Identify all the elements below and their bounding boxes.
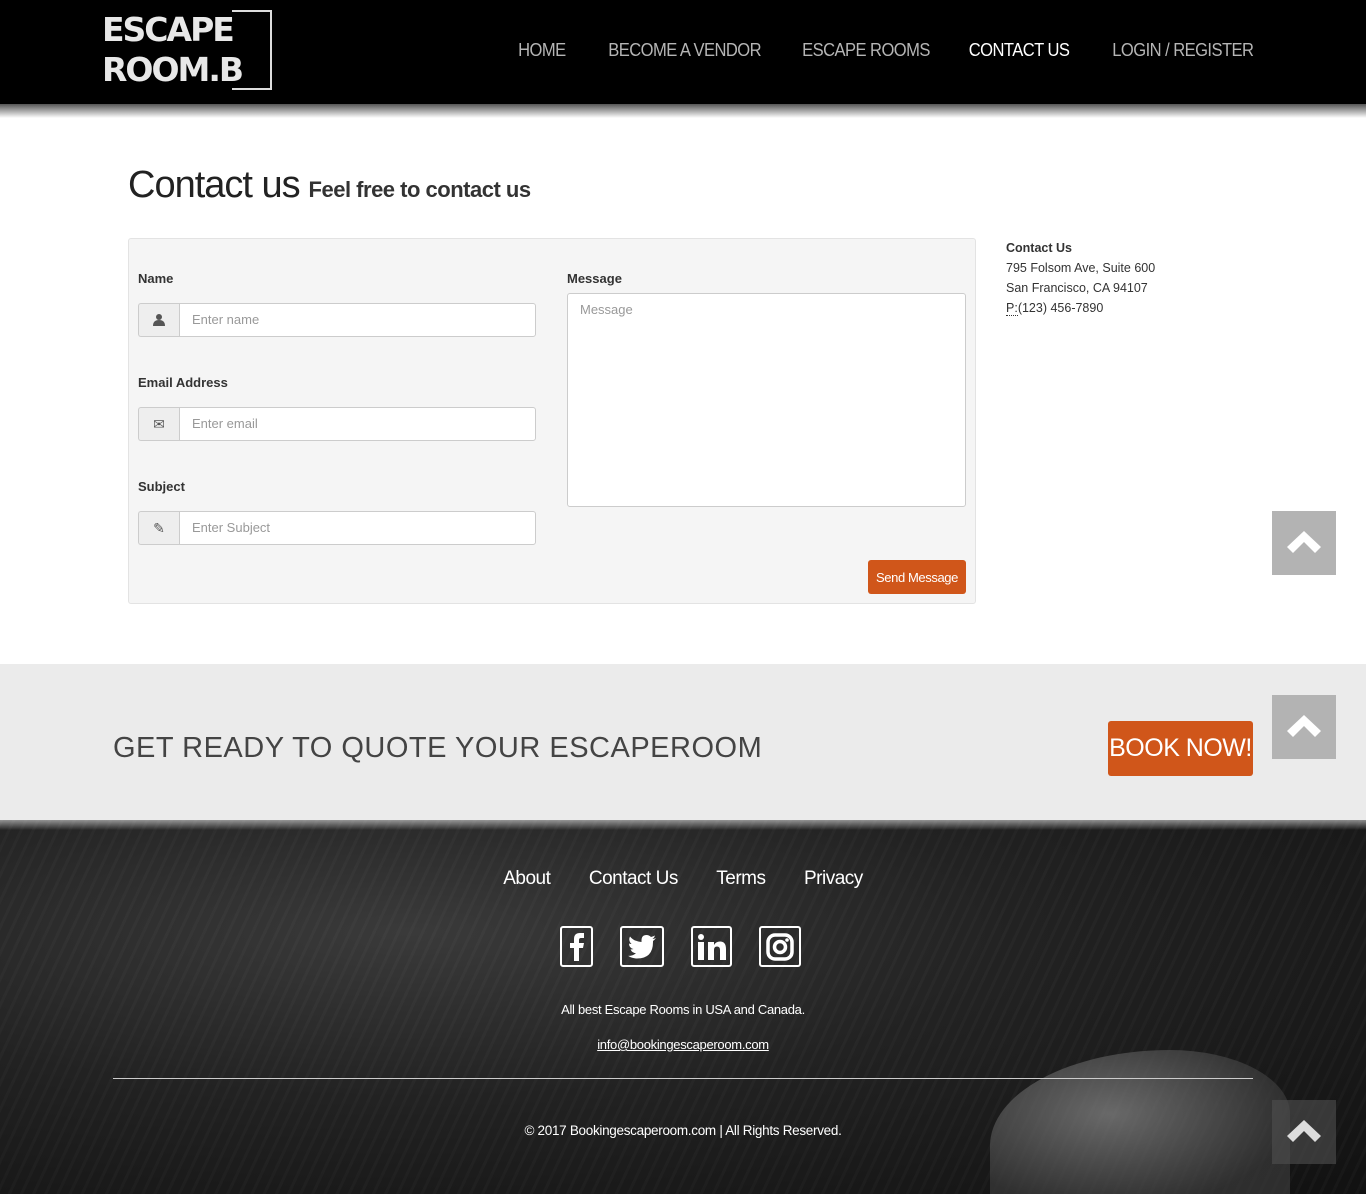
footer-link-terms[interactable]: Terms <box>716 868 766 890</box>
footer-copyright: © 2017 Bookingescaperoom.com | All Right… <box>524 1123 842 1138</box>
site-logo[interactable]: ESCAPE ROOM.B <box>102 10 272 94</box>
main-nav: HOME BECOME A VENDOR ESCAPE ROOMS CONTAC… <box>484 40 1254 61</box>
social-icons <box>560 926 801 967</box>
nav-escape-rooms[interactable]: ESCAPE ROOMS <box>802 40 930 61</box>
footer-tagline: All best Escape Rooms in USA and Canada. <box>561 1002 805 1017</box>
logo-line-2: ROOM.B <box>102 50 244 89</box>
name-input-group: Enter name <box>138 303 536 337</box>
message-label: Message <box>567 271 622 286</box>
footer-link-about[interactable]: About <box>503 868 551 890</box>
email-label: Email Address <box>138 375 228 390</box>
subject-input[interactable]: Enter Subject <box>179 511 536 545</box>
subject-input-group: ✎ Enter Subject <box>138 511 536 545</box>
email-input[interactable]: Enter email <box>179 407 536 441</box>
footer-shadow <box>0 820 1366 830</box>
email-input-group: ✉ Enter email <box>138 407 536 441</box>
address-line-2: San Francisco, CA 94107 <box>1006 281 1148 295</box>
footer-link-privacy[interactable]: Privacy <box>804 868 863 890</box>
linkedin-icon[interactable] <box>691 926 732 967</box>
pencil-icon: ✎ <box>138 511 179 545</box>
envelope-icon: ✉ <box>138 407 179 441</box>
footer-link-contact[interactable]: Contact Us <box>589 868 678 890</box>
page-title-main: Contact us <box>128 164 301 206</box>
logo-line-1: ESCAPE <box>102 10 235 49</box>
address-line-1: 795 Folsom Ave, Suite 600 <box>1006 261 1156 275</box>
subject-label: Subject <box>138 479 185 494</box>
send-message-button[interactable]: Send Message <box>868 560 966 594</box>
phone-abbr: P: <box>1006 301 1018 316</box>
cta-band: GET READY TO QUOTE YOUR ESCAPEROOM BOOK … <box>0 664 1366 820</box>
twitter-icon[interactable] <box>620 926 664 967</box>
phone-number: (123) 456-7890 <box>1017 301 1104 315</box>
page-title: Contact us Feel free to contact us <box>128 164 531 207</box>
scroll-top-button-3[interactable] <box>1272 1100 1336 1164</box>
name-label: Name <box>138 271 174 286</box>
footer-divider <box>113 1078 1253 1079</box>
address-heading: Contact Us <box>1006 241 1072 255</box>
nav-login-register[interactable]: LOGIN / REGISTER <box>1112 40 1254 61</box>
chevron-up-icon <box>1287 531 1321 553</box>
instagram-icon[interactable] <box>759 926 801 967</box>
header-shadow <box>0 104 1366 118</box>
contact-form: Name Enter name Email Address ✉ Enter em… <box>128 238 976 604</box>
nav-contact-us[interactable]: CONTACT US <box>969 40 1070 61</box>
name-input[interactable]: Enter name <box>179 303 536 337</box>
facebook-icon[interactable] <box>560 926 593 967</box>
message-textarea[interactable]: Message <box>567 293 966 507</box>
nav-become-vendor[interactable]: BECOME A VENDOR <box>609 40 762 61</box>
chevron-up-icon <box>1287 715 1321 737</box>
site-footer: About Contact Us Terms Privacy All best … <box>0 820 1366 1194</box>
footer-email-link[interactable]: info@bookingescaperoom.com <box>0 1037 1366 1052</box>
address-phone: P:(123) 456-7890 <box>1006 298 1155 318</box>
book-now-button[interactable]: BOOK NOW! <box>1108 721 1253 776</box>
contact-address: Contact Us 795 Folsom Ave, Suite 600 San… <box>1006 238 1155 318</box>
scroll-top-button[interactable] <box>1272 511 1336 575</box>
footer-links: About Contact Us Terms Privacy <box>0 868 1366 890</box>
user-icon <box>138 303 179 337</box>
nav-home[interactable]: HOME <box>518 40 566 61</box>
page-subtitle: Feel free to contact us <box>308 177 532 202</box>
cta-text: GET READY TO QUOTE YOUR ESCAPEROOM <box>113 732 763 764</box>
scroll-top-button-2[interactable] <box>1272 695 1336 759</box>
chevron-up-icon <box>1287 1120 1321 1142</box>
site-header: ESCAPE ROOM.B HOME BECOME A VENDOR ESCAP… <box>0 0 1366 104</box>
